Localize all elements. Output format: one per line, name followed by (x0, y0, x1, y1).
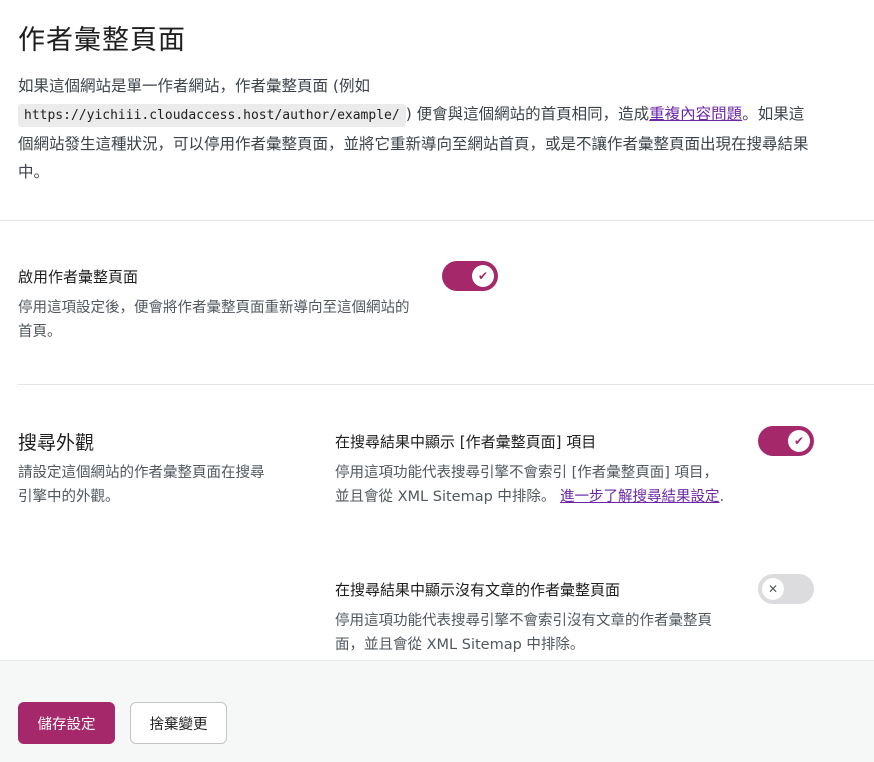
show-in-search-toggle[interactable]: ✔ (758, 426, 814, 456)
duplicate-content-link[interactable]: 重複內容問題 (649, 105, 742, 123)
check-icon: ✔ (788, 430, 810, 452)
save-button[interactable]: 儲存設定 (18, 702, 115, 744)
enable-archive-label: 啟用作者彙整頁面 (18, 268, 139, 286)
intro-text-1: 如果這個網站是單一作者網站，作者彙整頁面 (例如 (18, 77, 370, 95)
intro-text-2: ) 便會與這個網站的首頁相同，造成 (405, 105, 650, 123)
intro-paragraph: 如果這個網站是單一作者網站，作者彙整頁面 (例如 https://yichiii.… (18, 72, 818, 186)
check-icon: ✔ (472, 265, 494, 287)
search-appearance-title: 搜尋外觀 (18, 432, 95, 454)
show-in-search-label: 在搜尋結果中顯示 [作者彙整頁面] 項目 (335, 433, 597, 451)
show-empty-archives-toggle[interactable]: ✕ (758, 574, 814, 604)
example-url-code: https://yichiii.cloudaccess.host/author/… (18, 104, 406, 127)
show-empty-archives-description: 停用這項功能代表搜尋引擎不會索引沒有文章的作者彙整頁面，並且會從 XML Sit… (335, 613, 712, 653)
search-appearance-description: 請設定這個網站的作者彙整頁面在搜尋引擎中的外觀。 (18, 465, 265, 505)
close-icon: ✕ (762, 578, 784, 600)
enable-archive-description: 停用這項設定後，便會將作者彙整頁面重新導向至這個網站的首頁。 (18, 300, 410, 340)
divider-top (0, 220, 874, 221)
enable-archive-toggle[interactable]: ✔ (442, 261, 498, 291)
footer-bar: 儲存設定 捨棄變更 (0, 660, 874, 762)
show-in-search-suffix: . (719, 489, 725, 505)
page-title: 作者彙整頁面 (18, 25, 186, 56)
divider-middle (18, 384, 874, 385)
show-empty-archives-label: 在搜尋結果中顯示沒有文章的作者彙整頁面 (335, 581, 621, 599)
learn-more-search-link[interactable]: 進一步了解搜尋結果設定 (560, 489, 720, 505)
discard-button[interactable]: 捨棄變更 (130, 702, 227, 744)
show-in-search-description: 停用這項功能代表搜尋引擎不會索引 [作者彙整頁面] 項目，並且會從 XML Si… (335, 461, 730, 509)
